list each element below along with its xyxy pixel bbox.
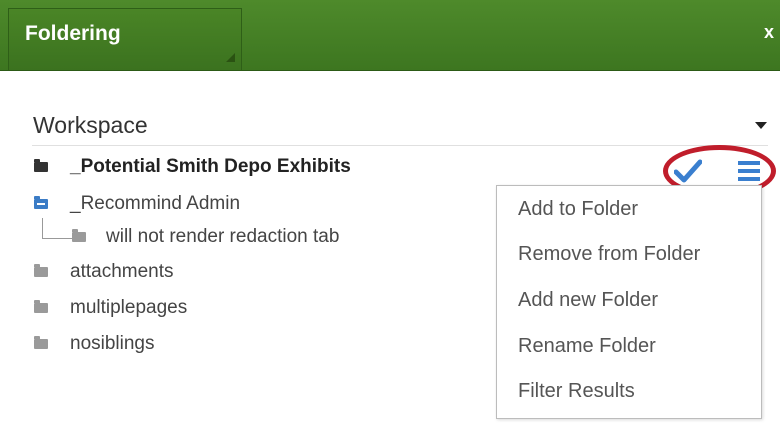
tree-item-label: _Recommind Admin — [70, 193, 241, 214]
folder-icon — [34, 336, 48, 349]
folder-icon — [34, 300, 48, 313]
tree-item-label: will not render redaction tab — [106, 226, 340, 247]
chevron-down-icon[interactable] — [755, 122, 767, 129]
resize-grip-icon — [226, 53, 235, 62]
tree-item-label: multiplepages — [70, 297, 188, 318]
menu-item-filter-results[interactable]: Filter Results — [518, 380, 635, 403]
tree-item-attachments[interactable]: attachments — [34, 259, 174, 285]
tree-connector — [42, 238, 72, 239]
panel-header: Foldering x — [0, 0, 780, 71]
tree-item-label: nosiblings — [70, 333, 155, 354]
workspace-select-underline — [32, 145, 768, 146]
folder-icon — [72, 229, 86, 242]
tree-item-potential-smith[interactable]: _Potential Smith Depo Exhibits — [34, 154, 351, 180]
menu-item-rename-folder[interactable]: Rename Folder — [518, 335, 656, 358]
tree-item-will-not-render[interactable]: will not render redaction tab — [72, 224, 339, 250]
workspace-select-value: Workspace — [33, 112, 148, 138]
menu-item-add-new-folder[interactable]: Add new Folder — [518, 289, 658, 312]
tree-item-recommind-admin[interactable]: _Recommind Admin — [34, 191, 240, 217]
folder-actions-menu: Add to Folder Remove from Folder Add new… — [496, 185, 762, 419]
tree-item-nosiblings[interactable]: nosiblings — [34, 331, 155, 357]
tree-item-multiplepages[interactable]: multiplepages — [34, 295, 187, 321]
close-icon[interactable]: x — [764, 22, 774, 43]
panel-title: Foldering — [25, 22, 121, 45]
tree-item-label: _Potential Smith Depo Exhibits — [70, 156, 351, 177]
tree-connector — [42, 218, 43, 238]
folder-expand-icon[interactable] — [34, 196, 48, 209]
tree-item-label: attachments — [70, 261, 174, 282]
menu-item-add-to-folder[interactable]: Add to Folder — [518, 198, 638, 221]
foldering-tab[interactable]: Foldering — [8, 8, 242, 70]
menu-item-remove-from-folder[interactable]: Remove from Folder — [518, 243, 700, 266]
folder-icon — [34, 264, 48, 277]
folder-icon — [34, 159, 48, 172]
